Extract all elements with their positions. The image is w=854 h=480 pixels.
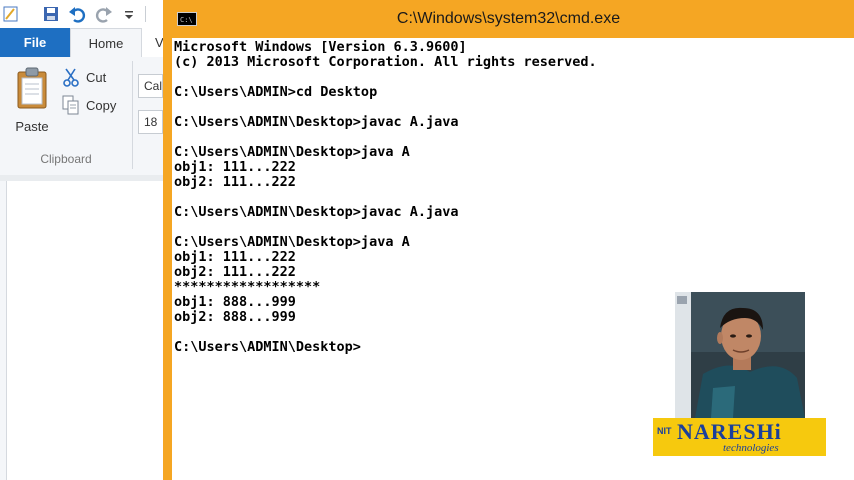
font-family-box[interactable]: Cal xyxy=(138,74,163,98)
tab-home[interactable]: Home xyxy=(70,28,142,57)
tab-file[interactable]: File xyxy=(0,28,70,57)
undo-icon[interactable] xyxy=(68,5,86,23)
paste-button[interactable]: Paste xyxy=(8,65,56,143)
save-icon[interactable] xyxy=(42,5,60,23)
console-line: C:\Users\ADMIN\Desktop>java A xyxy=(174,144,410,160)
scissors-icon xyxy=(63,68,79,87)
console-line: C:\Users\ADMIN\Desktop>java A xyxy=(174,234,410,250)
console-line: (c) 2013 Microsoft Corporation. All righ… xyxy=(174,54,597,70)
clipboard-group-label: Clipboard xyxy=(40,152,92,166)
redo-icon[interactable] xyxy=(95,5,113,23)
cmd-window-title: C:\Windows\system32\cmd.exe xyxy=(396,10,621,27)
console-line: obj1: 888...999 xyxy=(174,294,296,310)
console-line: C:\Users\ADMIN\Desktop>javac A.java xyxy=(174,114,459,130)
cut-label: Cut xyxy=(86,69,107,85)
wordpad-window: File Home V Paste Cut Copy Clipboard Cal… xyxy=(0,0,164,480)
paste-label: Paste xyxy=(15,119,49,134)
ribbon-home-panel: Paste Cut Copy Clipboard Cal 18 xyxy=(0,57,163,176)
customize-toolbar-icon[interactable] xyxy=(120,5,138,23)
copy-label: Copy xyxy=(86,97,117,113)
document-area[interactable] xyxy=(6,181,164,480)
console-line: obj2: 111...222 xyxy=(174,174,296,190)
copy-button[interactable]: Copy xyxy=(62,93,116,117)
cut-button[interactable]: Cut xyxy=(62,65,106,89)
cmd-app-icon[interactable]: C:\ xyxy=(177,12,197,26)
console-line: C:\Users\ADMIN>cd Desktop xyxy=(174,84,378,100)
console-output: Microsoft Windows [Version 6.3.9600] (c) … xyxy=(174,40,597,355)
quick-access-toolbar xyxy=(0,0,163,29)
tab-view[interactable]: V xyxy=(155,28,163,57)
app-icon xyxy=(3,6,18,22)
naresh-logo: NIT NARESHi technologies xyxy=(653,418,826,456)
console-line: ****************** xyxy=(174,279,321,295)
console-line: C:\Users\ADMIN\Desktop>javac A.java xyxy=(174,204,459,220)
font-size-box[interactable]: 18 xyxy=(138,110,163,134)
presenter-image xyxy=(675,292,805,418)
console-line: obj1: 111...222 xyxy=(174,249,296,265)
console-line: obj2: 888...999 xyxy=(174,309,296,325)
group-divider xyxy=(132,61,133,169)
toolbar-separator xyxy=(145,6,146,22)
logo-subtitle: technologies xyxy=(723,442,779,454)
console-line: Microsoft Windows [Version 6.3.9600] xyxy=(174,39,467,55)
copy-icon xyxy=(62,95,79,115)
console-line: obj2: 111...222 xyxy=(174,264,296,280)
paste-icon xyxy=(17,67,47,109)
console-line: obj1: 111...222 xyxy=(174,159,296,175)
console-line: C:\Users\ADMIN\Desktop> xyxy=(174,339,361,355)
cmd-title-bar[interactable]: C:\Windows\system32\cmd.exe C:\ xyxy=(163,0,854,38)
logo-prefix: NIT xyxy=(657,426,672,436)
presenter-video xyxy=(675,292,805,418)
